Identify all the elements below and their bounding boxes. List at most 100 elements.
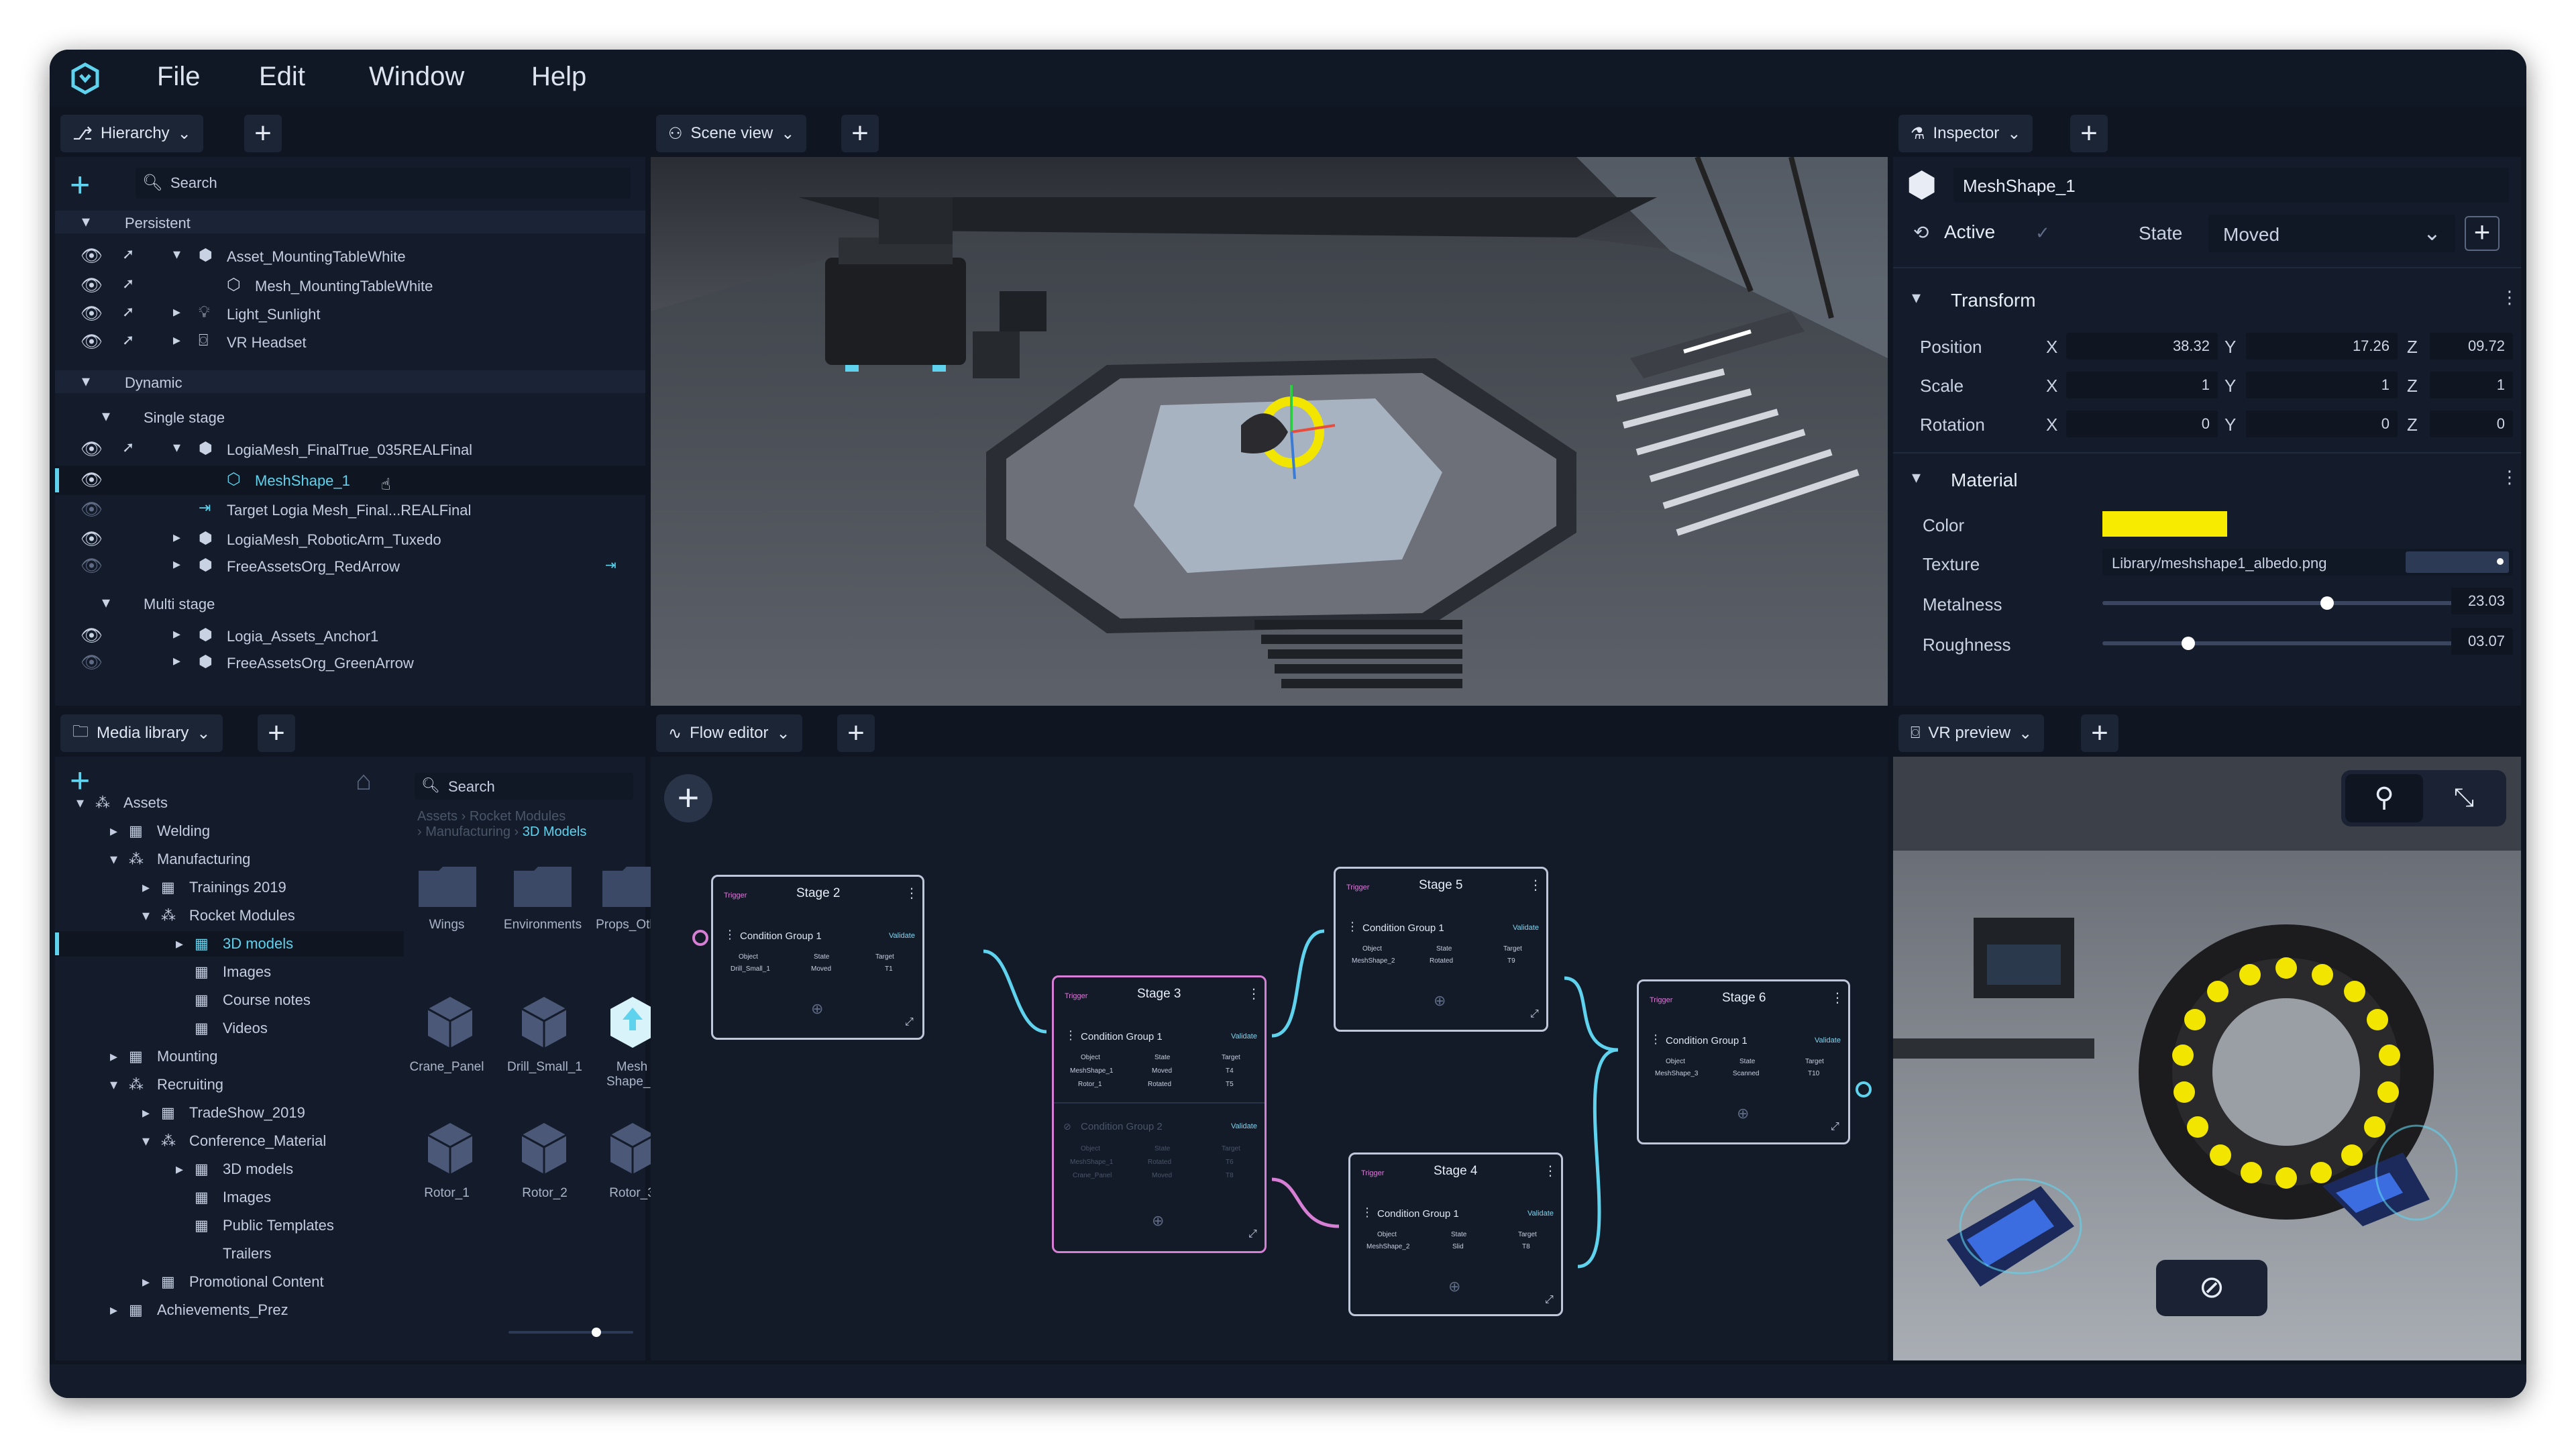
path-view-icon[interactable]: ⤡ bbox=[2426, 774, 2502, 822]
hierarchy-search-input[interactable]: 🔍︎ Search bbox=[136, 168, 631, 199]
menu-window[interactable]: Window bbox=[369, 62, 464, 92]
visibility-eye-icon[interactable]: 👁︎ bbox=[80, 625, 103, 646]
flow-editor-tab[interactable]: ∿ Flow editor ⌄ bbox=[656, 714, 802, 752]
select-cursor-icon[interactable]: ➚ bbox=[122, 439, 134, 456]
hierarchy-row[interactable]: 👁︎ ➚ ▾ ⬢ LogiaMesh_FinalTrue_035REALFina… bbox=[55, 436, 645, 463]
menu-edit[interactable]: Edit bbox=[259, 62, 305, 92]
texture-field[interactable]: Library/meshshape1_albedo.png bbox=[2102, 549, 2513, 576]
hierarchy-row[interactable]: 👁︎ ➚ ▸ ⌼ VR Headset bbox=[55, 329, 645, 356]
vr-preview-tab[interactable]: ⌼ VR preview ⌄ bbox=[1898, 714, 2045, 752]
hide-vr-icon[interactable]: ⊘ bbox=[2156, 1260, 2267, 1316]
scene-view-tab[interactable]: ⚇ Scene view ⌄ bbox=[656, 115, 807, 152]
thumbnail-size-slider[interactable] bbox=[508, 1328, 633, 1337]
add-scene-tab-button[interactable]: + bbox=[841, 115, 879, 152]
group-menu-icon[interactable]: ⋮ bbox=[1346, 920, 1358, 934]
hierarchy-row[interactable]: 👁︎ ➚ ⬡ Mesh_MountingTableWhite bbox=[55, 272, 645, 299]
expand-caret-icon[interactable]: ▸ bbox=[173, 303, 180, 321]
visibility-eye-icon[interactable]: 👁︎ bbox=[80, 303, 103, 324]
hierarchy-row-selected[interactable]: 👁︎ ⬡ MeshShape_1 ☝︎ bbox=[55, 466, 645, 495]
add-vr-tab-button[interactable]: + bbox=[2081, 714, 2118, 752]
group-menu-icon[interactable]: ⋮ bbox=[1361, 1205, 1373, 1220]
roughness-value[interactable]: 03.07 bbox=[2451, 628, 2513, 655]
position-z-field[interactable]: 09.72 bbox=[2430, 333, 2513, 360]
crumb-rocket-modules[interactable]: Rocket Modules bbox=[470, 809, 566, 824]
subsection-multi-stage[interactable]: ▾ Multi stage bbox=[55, 592, 645, 616]
position-y-field[interactable]: 17.26 bbox=[2246, 333, 2398, 360]
flow-node-stage2[interactable]: Trigger Stage 2 ⋮ ⋮ Condition Group 1 Va… bbox=[711, 875, 924, 1040]
add-condition-icon[interactable]: ⊕ bbox=[1737, 1105, 1749, 1122]
model-tile[interactable]: Rotor_1 bbox=[404, 1122, 490, 1209]
disabled-icon[interactable]: ⊘ bbox=[1063, 1121, 1071, 1132]
media-library-tab[interactable]: 🗀 Media library ⌄ bbox=[60, 714, 223, 752]
add-condition-icon[interactable]: ⊕ bbox=[1434, 992, 1446, 1010]
add-object-icon[interactable]: + bbox=[70, 168, 90, 203]
thumbnail-size-handle[interactable] bbox=[592, 1328, 601, 1337]
flow-node-stage5[interactable]: Trigger Stage 5 ⋮ ⋮ Condition Group 1 Va… bbox=[1334, 867, 1548, 1032]
node-menu-icon[interactable]: ⋮ bbox=[1529, 877, 1542, 894]
expand-icon[interactable]: ⤢ bbox=[1248, 1228, 1257, 1240]
scale-z-field[interactable]: 1 bbox=[2430, 372, 2513, 398]
group-menu-icon[interactable]: ⋮ bbox=[1650, 1032, 1662, 1046]
more-options-icon[interactable]: ⋮ bbox=[2501, 287, 2518, 308]
transform-section-header[interactable]: ▾ Transform ⋮ bbox=[1893, 284, 2521, 314]
expand-icon[interactable]: ⤢ bbox=[1530, 1008, 1539, 1020]
visibility-eye-icon[interactable]: 👁︎ bbox=[80, 439, 103, 460]
collapse-caret-icon[interactable]: ▾ bbox=[173, 246, 180, 263]
position-x-field[interactable]: 38.32 bbox=[2066, 333, 2218, 360]
group-menu-icon[interactable]: ⋮ bbox=[1065, 1028, 1077, 1042]
roughness-slider[interactable] bbox=[2102, 637, 2477, 650]
flow-node-stage3[interactable]: Trigger Stage 3 ⋮ ⋮ Condition Group 1 Va… bbox=[1052, 975, 1267, 1253]
expand-caret-icon[interactable]: ▸ bbox=[173, 555, 180, 573]
menu-file[interactable]: File bbox=[157, 62, 200, 92]
inspector-tab[interactable]: ⚗ Inspector ⌄ bbox=[1898, 115, 2033, 152]
more-options-icon[interactable]: ⋮ bbox=[2501, 467, 2518, 488]
roughness-slider-handle[interactable] bbox=[2182, 637, 2196, 650]
add-condition-icon[interactable]: ⊕ bbox=[1152, 1212, 1164, 1230]
metalness-value[interactable]: 23.03 bbox=[2451, 588, 2513, 614]
hierarchy-row[interactable]: 👁︎ ▸ ⬢ Logia_Assets_Anchor1 bbox=[55, 623, 645, 649]
metalness-slider[interactable] bbox=[2102, 596, 2477, 610]
add-condition-icon[interactable]: ⊕ bbox=[1448, 1278, 1460, 1295]
collapse-caret-icon[interactable]: ▾ bbox=[173, 439, 180, 456]
scale-x-field[interactable]: 1 bbox=[2066, 372, 2218, 398]
add-state-button[interactable]: + bbox=[2465, 216, 2500, 251]
scene-viewport[interactable] bbox=[651, 157, 1888, 706]
section-persistent[interactable]: ▾ Persistent bbox=[55, 211, 645, 233]
hierarchy-tab[interactable]: ⎇ Hierarchy ⌄ bbox=[60, 115, 203, 152]
start-port[interactable] bbox=[692, 930, 708, 946]
group-menu-icon[interactable]: ⋮ bbox=[724, 928, 736, 942]
add-flow-tab-button[interactable]: + bbox=[837, 714, 875, 752]
active-toggle-icon[interactable]: ⟲ bbox=[1913, 221, 1929, 244]
end-port[interactable] bbox=[1856, 1081, 1872, 1097]
visibility-eye-icon[interactable]: 👁︎ bbox=[80, 331, 103, 352]
object-name-field[interactable]: MeshShape_1 bbox=[1953, 168, 2509, 203]
crumb-manufacturing[interactable]: Manufacturing bbox=[425, 824, 511, 839]
hierarchy-row[interactable]: 👁︎ ▸ ⬢ FreeAssetsOrg_GreenArrow bbox=[55, 649, 645, 676]
node-menu-icon[interactable]: ⋮ bbox=[905, 885, 918, 902]
hierarchy-row[interactable]: 👁︎ ▸ ⬢ FreeAssetsOrg_RedArrow ⇥ bbox=[55, 553, 645, 580]
hierarchy-row[interactable]: 👁︎ ▸ ⬢ LogiaMesh_RoboticArm_Tuxedo bbox=[55, 526, 645, 553]
expand-icon[interactable]: ⤢ bbox=[905, 1016, 914, 1028]
node-menu-icon[interactable]: ⋮ bbox=[1831, 989, 1844, 1006]
model-tile[interactable]: Rotor_2 bbox=[498, 1122, 592, 1209]
folder-tile[interactable]: Environments bbox=[498, 864, 592, 938]
hierarchy-row[interactable]: 👁︎ ➚ ▸ 💡︎ Light_Sunlight bbox=[55, 301, 645, 327]
hidden-eye-icon[interactable]: 👁︎ bbox=[80, 499, 103, 520]
subsection-single-stage[interactable]: ▾ Single stage bbox=[55, 405, 645, 429]
add-hierarchy-tab-button[interactable]: + bbox=[244, 115, 282, 152]
active-checkbox[interactable]: ✓ bbox=[2035, 223, 2050, 244]
section-dynamic[interactable]: ▾ Dynamic bbox=[55, 370, 645, 393]
expand-caret-icon[interactable]: ▸ bbox=[173, 331, 180, 349]
texture-picker-button[interactable] bbox=[2406, 551, 2509, 573]
hidden-eye-icon[interactable]: 👁︎ bbox=[80, 555, 103, 576]
flow-node-stage4[interactable]: Trigger Stage 4 ⋮ ⋮ Condition Group 1 Va… bbox=[1348, 1152, 1563, 1316]
node-menu-icon[interactable]: ⋮ bbox=[1544, 1163, 1557, 1179]
expand-caret-icon[interactable]: ▸ bbox=[173, 652, 180, 669]
visibility-eye-icon[interactable]: 👁︎ bbox=[80, 470, 103, 490]
hierarchy-row[interactable]: 👁︎ ⇥ Target Logia Mesh_Final...REALFinal bbox=[55, 496, 645, 523]
select-cursor-icon[interactable]: ➚ bbox=[122, 303, 134, 321]
add-inspector-tab-button[interactable]: + bbox=[2070, 115, 2108, 152]
rotation-y-field[interactable]: 0 bbox=[2246, 411, 2398, 437]
material-section-header[interactable]: ▾ Material ⋮ bbox=[1893, 464, 2521, 494]
model-tile[interactable]: Crane_Panel bbox=[404, 996, 490, 1096]
